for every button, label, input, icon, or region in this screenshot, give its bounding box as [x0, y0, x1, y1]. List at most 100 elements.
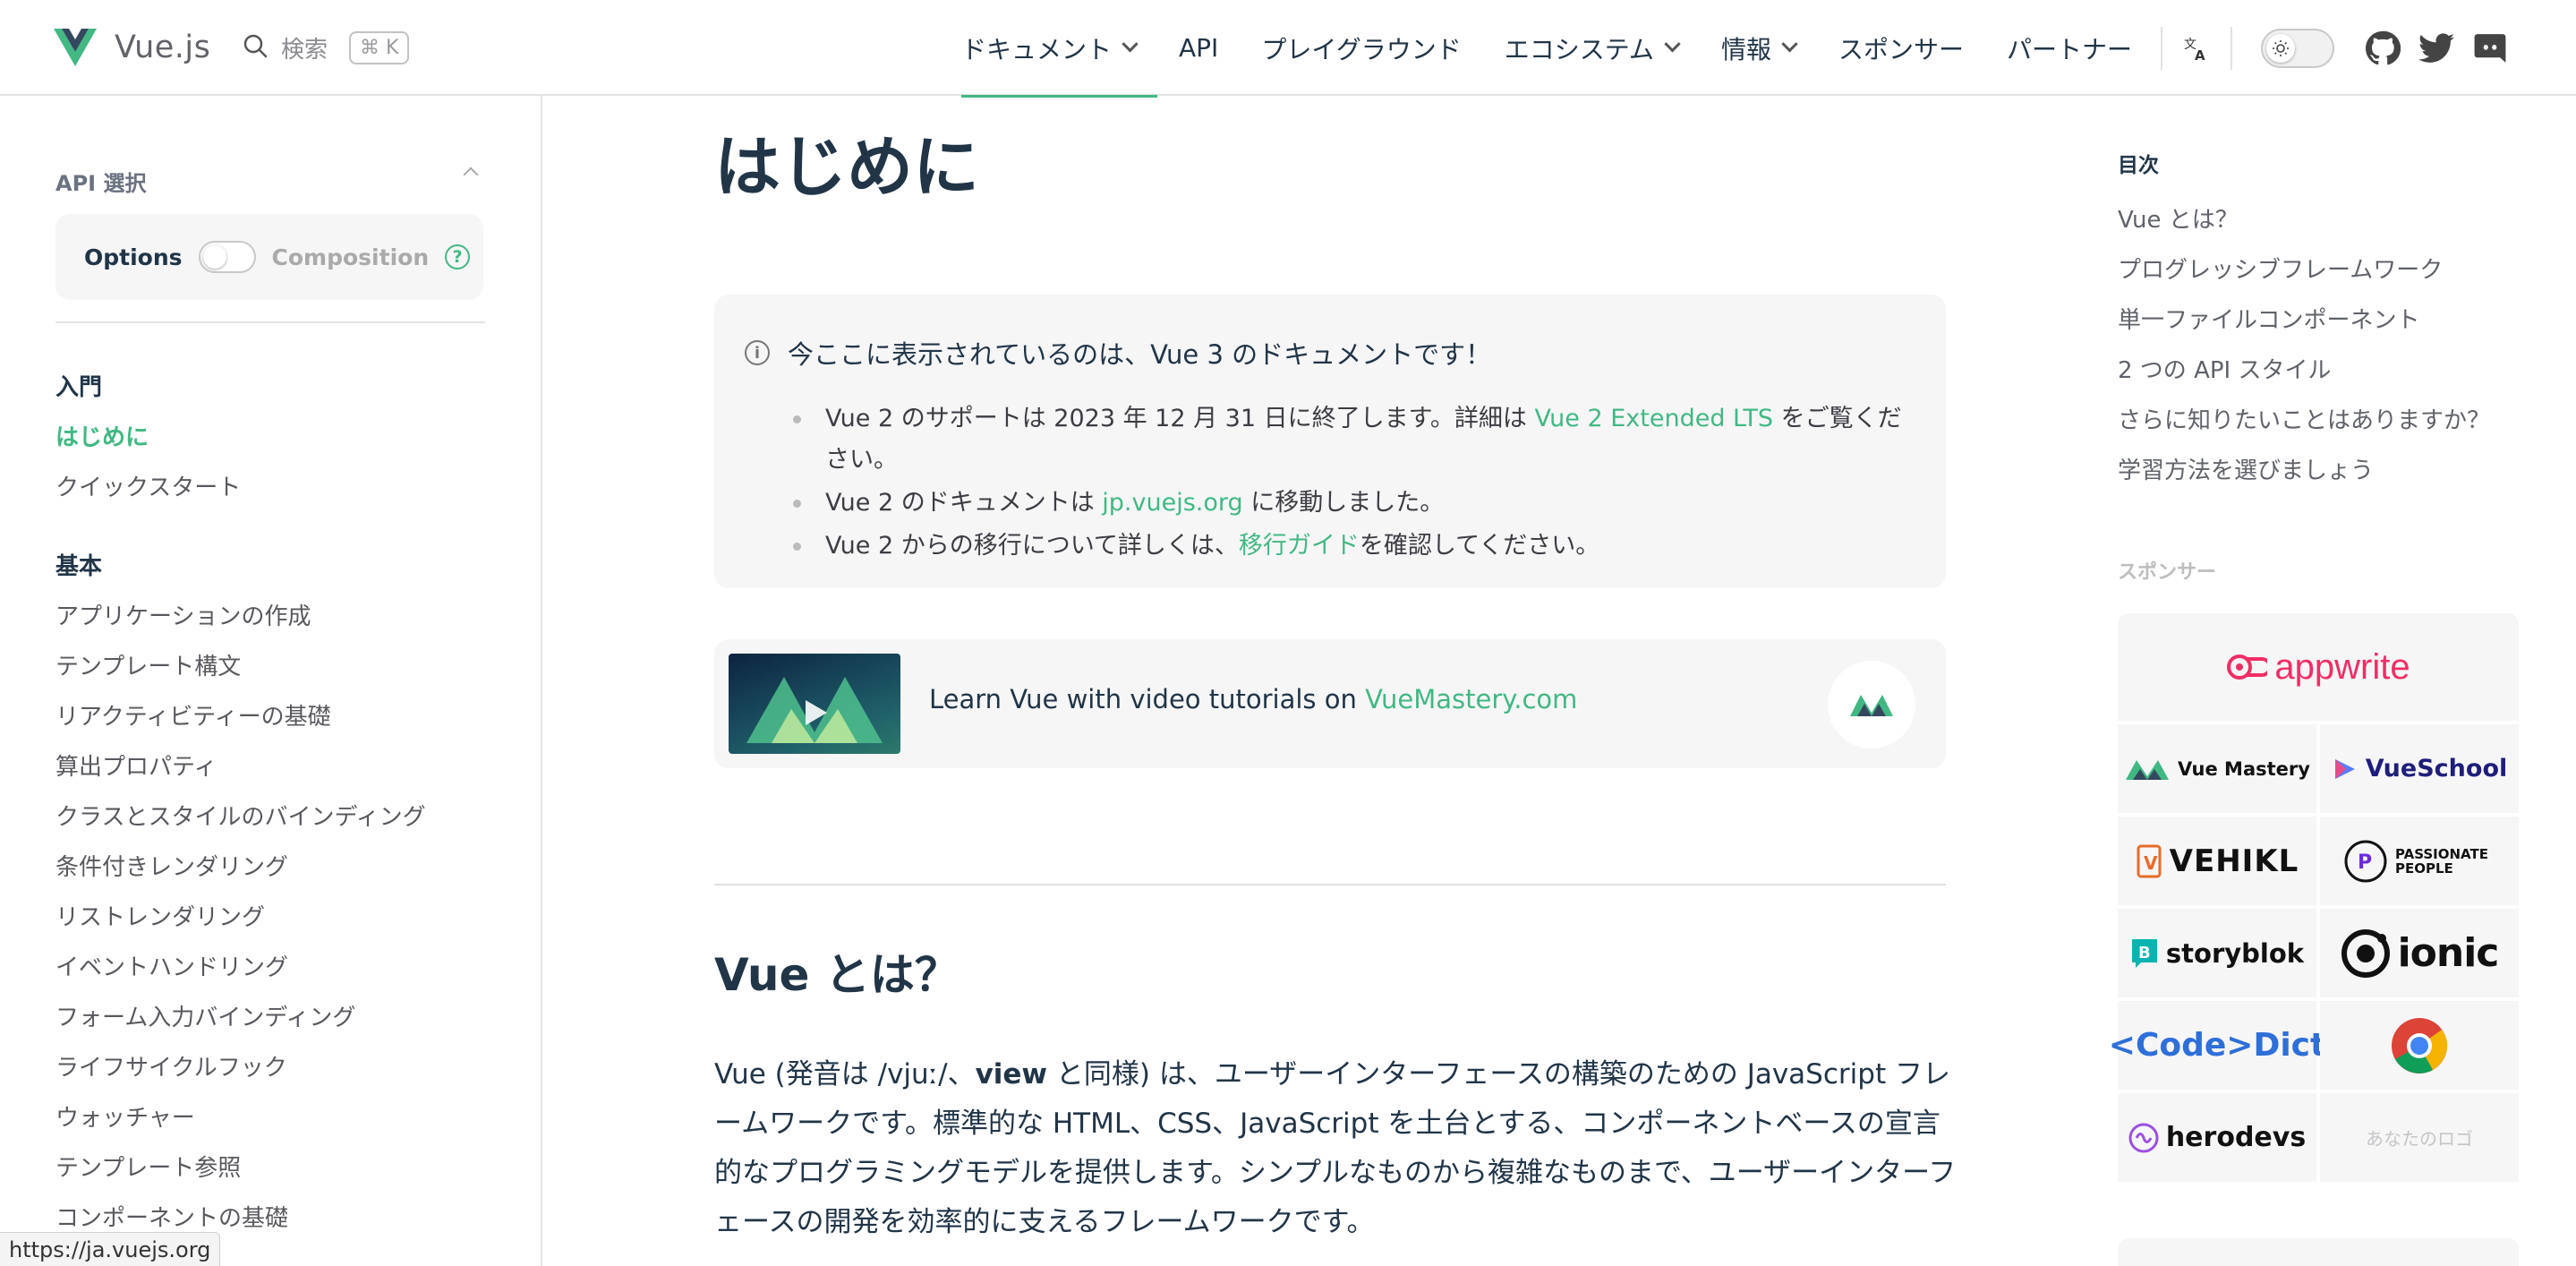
svg-text:V: V — [2144, 852, 2158, 874]
storyblok-text: storyblok — [2165, 937, 2305, 969]
help-icon[interactable]: ? — [445, 244, 471, 269]
svg-text:B: B — [2138, 944, 2151, 962]
list-item: Vue 2 のサポートは 2023 年 12 月 31 日に終了します。詳細は … — [788, 398, 1910, 481]
vuemastery-link[interactable]: VueMastery.com — [1365, 684, 1577, 714]
toc-item[interactable]: 学習方法を選びましょう — [2118, 443, 2490, 493]
menu-separator — [2230, 26, 2232, 70]
menu-partners[interactable]: パートナー — [1985, 0, 2154, 96]
toc-item[interactable]: 2 つの API スタイル — [2118, 343, 2490, 393]
sidebar-item-list[interactable]: リストレンダリング — [55, 890, 503, 940]
sponsor-herodevs[interactable]: herodevs — [2118, 1093, 2316, 1182]
sponsor-vehikl[interactable]: V VEHIKL — [2118, 817, 2316, 905]
sponsor-storyblok[interactable]: B storyblok — [2118, 909, 2316, 997]
menu-api[interactable]: API — [1157, 0, 1240, 96]
toc-item[interactable]: さらに知りたいことはありますか？ — [2118, 393, 2490, 443]
sidebar-item-application[interactable]: アプリケーションの作成 — [55, 589, 503, 639]
sidebar-item-lifecycle[interactable]: ライフサイクルフック — [55, 1040, 503, 1091]
chevron-down-icon — [1781, 36, 1798, 53]
svg-text:P: P — [2358, 851, 2372, 874]
sponsor-codedict[interactable]: <Code>Dict — [2109, 1001, 2325, 1090]
sidebar-item-template-refs[interactable]: テンプレート参照 — [55, 1141, 503, 1191]
vuemastery-logo-icon — [2126, 759, 2170, 780]
sidebar-item-reactivity[interactable]: リアクティビティーの基礎 — [55, 689, 503, 740]
vuemastery-banner[interactable]: Learn Vue with video tutorials on VueMas… — [714, 639, 1946, 768]
search-label: 検索 — [281, 36, 328, 64]
info-text: を確認してください。 — [1359, 532, 1600, 560]
vue2-lts-link[interactable]: Vue 2 Extended LTS — [1535, 405, 1773, 432]
menu-ecosystem[interactable]: エコシステム — [1483, 0, 1700, 96]
section-divider — [714, 884, 1946, 885]
svg-text:A: A — [2195, 47, 2205, 63]
sponsor-ionic[interactable]: ionic — [2320, 909, 2519, 997]
sidebar-item-quick-start[interactable]: クイックスタート — [55, 460, 503, 510]
sidebar-item-forms[interactable]: フォーム入力バインディング — [55, 990, 503, 1040]
vuemastery-logo-icon[interactable] — [1828, 661, 1915, 748]
banner-text: Learn Vue with video tutorials on VueMas… — [929, 684, 1577, 714]
sidebar-item-event-handling[interactable]: イベントハンドリング — [55, 940, 503, 990]
toc-item[interactable]: 単一ファイルコンポーネント — [2118, 293, 2490, 343]
vueschool-logo-icon — [2334, 758, 2355, 779]
herodevs-logo-icon — [2128, 1123, 2159, 1152]
menu-ecosystem-label: エコシステム — [1504, 34, 1654, 64]
menu-api-label: API — [1179, 33, 1219, 63]
passionate-people-text: PASSIONATE PEOPLE — [2395, 845, 2488, 877]
github-icon[interactable] — [2356, 21, 2410, 75]
vehikl-logo-icon: V — [2137, 844, 2162, 877]
sidebar-item-introduction[interactable]: はじめに — [55, 410, 503, 460]
sponsor-appwrite[interactable]: appwrite — [2118, 613, 2519, 721]
api-composition-label[interactable]: Composition — [272, 244, 430, 270]
sidebar-item-conditional[interactable]: 条件付きレンダリング — [55, 840, 503, 890]
sponsor-vueschool[interactable]: VueSchool — [2320, 724, 2519, 813]
menu-docs[interactable]: ドキュメント — [940, 0, 1158, 98]
theme-toggle[interactable] — [2260, 28, 2334, 68]
para-text: Vue (発音は /vjuː/、 — [714, 1058, 976, 1091]
sponsor-chrome[interactable] — [2320, 1001, 2519, 1090]
info-icon: i — [745, 340, 770, 365]
menu-sponsor-label: スポンサー — [1838, 34, 1964, 64]
menu-sponsor[interactable]: スポンサー — [1817, 0, 1985, 96]
info-title-text: 今ここに表示されているのは、Vue 3 のドキュメントです！ — [788, 339, 1492, 370]
brand-name: Vue.js — [115, 30, 211, 65]
api-options-label[interactable]: Options — [84, 244, 183, 270]
list-item: Vue 2 のドキュメントは jp.vuejs.org に移動しました。 — [788, 483, 1910, 524]
menu-playground-label: プレイグラウンド — [1261, 34, 1462, 64]
vue2-docs-link[interactable]: jp.vuejs.org — [1102, 489, 1242, 517]
status-bar-url: https://ja.vuejs.org — [0, 1232, 221, 1266]
chevron-up-icon[interactable] — [463, 167, 479, 183]
toc-item[interactable]: プログレッシブフレームワーク — [2118, 243, 2490, 293]
migration-guide-link[interactable]: 移行ガイド — [1239, 532, 1360, 560]
sidebar-item-class-style[interactable]: クラスとスタイルのバインディング — [55, 790, 503, 840]
main-content: はじめに i 今ここに表示されているのは、Vue 3 のドキュメントです！ Vu… — [544, 96, 1994, 1266]
sponsor-passionate-people[interactable]: P PASSIONATE PEOPLE — [2320, 817, 2519, 905]
search-button[interactable]: 検索 ⌘ K — [242, 27, 410, 68]
twitter-icon[interactable] — [2410, 21, 2463, 75]
sidebar-nav: 入門 はじめに クイックスタート 基本 アプリケーションの作成 テンプレート構文… — [55, 360, 503, 1241]
sidebar-item-template-syntax[interactable]: テンプレート構文 — [55, 639, 503, 689]
toggle-knob — [202, 245, 226, 269]
sponsor-your-logo[interactable]: あなたのロゴ — [2320, 1093, 2519, 1182]
passionate-people-logo-icon: P — [2344, 840, 2387, 882]
sidebar-item-computed[interactable]: 算出プロパティ — [55, 740, 503, 790]
discord-icon[interactable] — [2463, 21, 2517, 75]
sun-icon — [2265, 33, 2295, 63]
toc-title: 目次 — [2118, 154, 2159, 177]
sponsors-grid: appwrite Vue Mastery VueSchool V VEHIKL … — [2109, 613, 2519, 1182]
table-of-contents: Vue とは？ プログレッシブフレームワーク 単一ファイルコンポーネント 2 つ… — [2118, 192, 2490, 493]
info-text: Vue 2 のサポートは 2023 年 12 月 31 日に終了します。詳細は — [825, 405, 1535, 432]
sponsor-vuemastery[interactable]: Vue Mastery — [2118, 724, 2316, 813]
menu-playground[interactable]: プレイグラウンド — [1240, 0, 1482, 96]
brand-link[interactable]: Vue.js — [54, 25, 210, 70]
video-thumbnail[interactable] — [729, 654, 900, 754]
menu-about[interactable]: 情報 — [1700, 0, 1817, 96]
menu-separator — [2160, 26, 2162, 70]
sidebar-item-watchers[interactable]: ウォッチャー — [55, 1091, 503, 1141]
top-navbar: Vue.js 検索 ⌘ K ドキュメント API プレイグラウンド エコシステム… — [0, 0, 2576, 98]
info-text: Vue 2 のドキュメントは — [825, 489, 1103, 517]
para-bold: view — [975, 1058, 1048, 1091]
api-style-toggle[interactable] — [198, 241, 256, 273]
banner-text-prefix: Learn Vue with video tutorials on — [929, 684, 1366, 714]
toc-item[interactable]: Vue とは？ — [2118, 192, 2490, 243]
list-item: Vue 2 からの移行について詳しくは、移行ガイドを確認してください。 — [788, 526, 1910, 567]
ionic-text: ionic — [2397, 930, 2500, 976]
translate-icon[interactable]: 文A — [2170, 21, 2223, 75]
